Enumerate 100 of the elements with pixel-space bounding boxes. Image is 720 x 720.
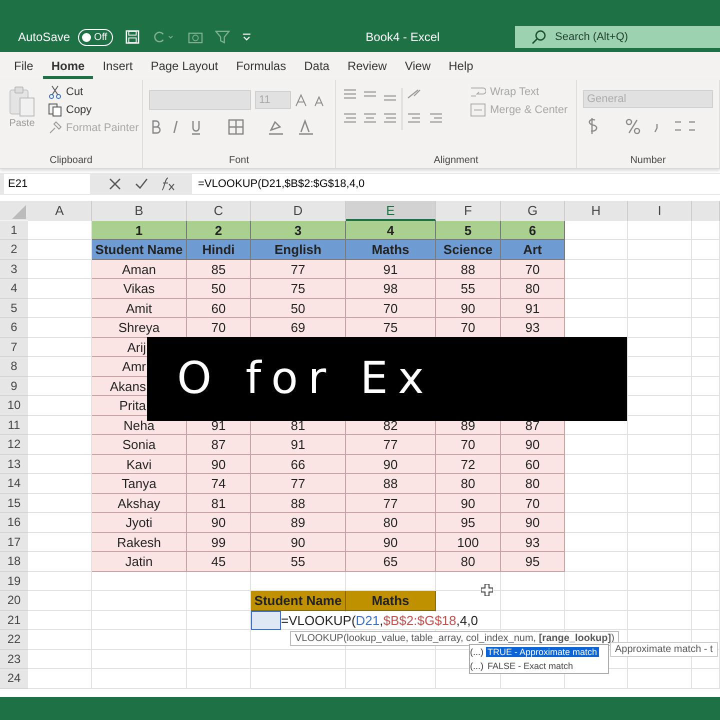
row-header[interactable]: 1 [0,220,28,240]
customize-icon[interactable] [242,32,252,42]
ribbon-tab[interactable]: Help [440,53,482,79]
table-cell: 90 [346,532,436,552]
group-label: Clipboard [48,155,94,166]
cell-selection[interactable] [251,610,281,630]
empty-cell [565,572,628,591]
column-header[interactable]: B [92,201,187,220]
empty-cell [628,416,692,435]
ribbon-tab[interactable]: Page Layout [142,53,226,79]
table-cell: 77 [346,494,436,513]
row-header[interactable]: 4 [0,279,28,298]
row-header[interactable]: 12 [0,435,28,454]
row-header[interactable]: 6 [0,318,28,338]
cursor-icon [481,584,493,596]
row-header[interactable]: 13 [0,454,28,474]
empty-cell [628,513,692,532]
table-cell: 66 [251,454,346,474]
empty-cell [628,338,692,357]
row-header[interactable]: 11 [0,416,28,435]
row-header[interactable]: 21 [0,610,28,630]
ribbon-tab[interactable]: View [396,53,439,79]
empty-cell [692,298,720,318]
name-box[interactable]: E21 [4,174,90,194]
formula-text[interactable]: =VLOOKUP(D21,$B$2:$G$18,4,0 [281,612,478,628]
row-header[interactable]: 5 [0,298,28,318]
argument-tooltip: Approximate match - t [610,642,718,657]
table-cell: 70 [436,435,501,454]
table-cell: 75 [346,318,436,338]
autosave-toggle[interactable]: Off [78,28,114,46]
camera-icon[interactable] [188,30,204,44]
table-cell: 98 [346,279,436,298]
table-cell: 3 [251,220,346,240]
empty-cell [628,669,692,688]
empty-cell [692,435,720,454]
font-name-field[interactable] [149,90,251,110]
table-cell: Maths [346,591,436,610]
empty-cell [628,591,692,610]
row-header[interactable]: 2 [0,240,28,260]
table-cell: 90 [187,454,251,474]
row-header[interactable]: 10 [0,396,28,416]
search-field[interactable]: Search (Alt+Q) [515,26,720,48]
column-header[interactable]: H [565,201,628,220]
window-title: Book4 - Excel [366,30,441,44]
filter-icon[interactable] [215,29,230,45]
row-header[interactable]: 14 [0,474,28,494]
empty-cell [692,220,720,240]
table-cell: Maths [346,240,436,260]
column-header[interactable]: I [628,201,692,220]
row-header[interactable]: 17 [0,532,28,552]
table-cell: Student Name [92,240,187,260]
row-header[interactable]: 20 [0,591,28,610]
table-cell: 70 [436,318,501,338]
table-cell: 88 [436,260,501,279]
row-header[interactable]: 16 [0,513,28,532]
empty-cell [692,357,720,376]
empty-cell [501,610,565,630]
column-header[interactable]: G [501,201,565,220]
row-header[interactable]: 7 [0,338,28,357]
cut-button[interactable]: Cut [46,84,141,100]
row-header[interactable]: 23 [0,650,28,669]
autocomplete-item[interactable]: (...) FALSE - Exact match [470,659,608,673]
ribbon-tab[interactable]: Review [339,53,395,79]
copy-button[interactable]: Copy [46,102,141,118]
table-cell: 74 [187,474,251,494]
save-icon[interactable] [125,29,140,45]
table-cell: 90 [187,513,251,532]
empty-cell [565,591,628,610]
empty-cell [692,572,720,591]
ribbon-tab[interactable]: Formulas [228,53,294,79]
row-header[interactable]: 24 [0,669,28,688]
row-header[interactable]: 8 [0,357,28,376]
table-cell: Vikas [92,279,187,298]
empty-cell [628,552,692,572]
ribbon-tab[interactable]: Data [296,53,338,79]
row-header[interactable]: 22 [0,630,28,650]
row-header[interactable]: 15 [0,494,28,513]
table-cell: 99 [187,532,251,552]
empty-cell [692,240,720,260]
column-header[interactable]: E [346,201,436,220]
table-cell: 77 [346,435,436,454]
row-header[interactable]: 19 [0,572,28,591]
empty-cell [187,650,251,669]
table-cell: 90 [501,513,565,532]
column-header[interactable]: D [251,201,346,220]
table-cell: 89 [251,513,346,532]
empty-cell [692,416,720,435]
row-header[interactable]: 18 [0,552,28,572]
empty-cell [692,591,720,610]
row-header[interactable]: 9 [0,376,28,396]
column-header[interactable]: C [187,201,251,220]
table-cell: 88 [251,494,346,513]
column-header[interactable]: A [28,201,92,220]
empty-cell [692,338,720,357]
ribbon-tab[interactable]: Insert [94,53,141,79]
ribbon-tab[interactable]: File [6,53,42,79]
formula-field[interactable]: =VLOOKUP(D21,$B$2:$G$18,4,0 [192,174,720,194]
column-header[interactable]: F [436,201,501,220]
empty-cell [692,494,720,513]
row-header[interactable]: 3 [0,260,28,279]
